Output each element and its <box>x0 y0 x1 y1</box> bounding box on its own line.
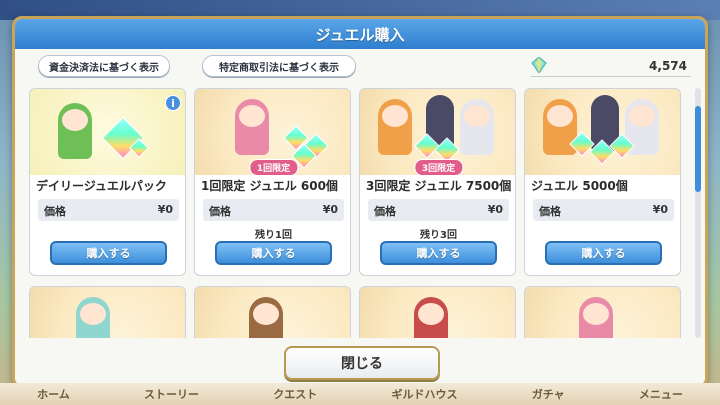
nav-quest: クエスト <box>273 388 318 401</box>
product-art: 3回限定 <box>360 89 515 176</box>
funds-settlement-link[interactable]: 資金決済法に基づく表示 <box>38 55 170 77</box>
legal-links-bar: 資金決済法に基づく表示 特定商取引法に基づく表示 4,574 <box>15 49 705 81</box>
product-name: 3回限定 ジュエル 7500個 <box>366 179 512 193</box>
jewel-icon <box>531 57 547 73</box>
buy-button[interactable]: 購入する <box>215 241 332 265</box>
product-scrollbar[interactable] <box>695 88 701 338</box>
product-name: ジュエル 5000個 <box>531 179 628 193</box>
jewel-balance: 4,574 <box>531 57 691 77</box>
buy-button[interactable]: 購入する <box>380 241 497 265</box>
price-value: ¥0 <box>322 203 338 216</box>
jewel-purchase-dialog: ジュエル購入 資金決済法に基づく表示 特定商取引法に基づく表示 4,574 i … <box>12 16 708 388</box>
product-card[interactable] <box>194 286 351 338</box>
product-card[interactable]: 3回限定 3回限定 ジュエル 7500個 価格 ¥0 残り3回 購入する <box>359 88 516 276</box>
price-label: 価格 <box>209 205 231 218</box>
buy-button[interactable]: 購入する <box>50 241 167 265</box>
commercial-transactions-link[interactable]: 特定商取引法に基づく表示 <box>202 55 356 77</box>
nav-home: ホーム <box>37 388 70 401</box>
nav-story: ストーリー <box>144 388 200 401</box>
product-card[interactable] <box>29 286 186 338</box>
price-label: 価格 <box>539 205 561 218</box>
price-value: ¥0 <box>157 203 173 216</box>
price-row: 価格 ¥0 <box>38 199 179 221</box>
close-button[interactable]: 閉じる <box>284 346 440 380</box>
buy-button[interactable]: 購入する <box>545 241 662 265</box>
product-card[interactable]: 1回限定 1回限定 ジュエル 600個 価格 ¥0 残り1回 購入する <box>194 88 351 276</box>
remaining-count: 残り3回 <box>420 230 457 241</box>
info-icon[interactable]: i <box>165 95 181 111</box>
jewel-balance-value: 4,574 <box>649 59 687 73</box>
price-row: 価格 ¥0 <box>203 199 344 221</box>
limit-badge: 1回限定 <box>248 159 299 176</box>
scroll-thumb[interactable] <box>695 106 701 192</box>
product-art <box>360 287 515 338</box>
dialog-footer: 閉じる <box>15 338 705 385</box>
product-grid: i デイリージュエルパック 価格 ¥0 購入する 1回限定 1回限定 ジュエル … <box>23 88 687 338</box>
price-row: 価格 ¥0 <box>368 199 509 221</box>
product-card[interactable]: ジュエル 5000個 価格 ¥0 購入する <box>524 88 681 276</box>
product-art: 1回限定 <box>195 89 350 176</box>
nav-gacha: ガチャ <box>531 388 565 401</box>
price-row: 価格 ¥0 <box>533 199 674 221</box>
remaining-count: 残り1回 <box>255 230 292 241</box>
product-card[interactable] <box>524 286 681 338</box>
price-label: 価格 <box>44 205 66 218</box>
limit-badge: 3回限定 <box>413 159 464 176</box>
product-name: 1回限定 ジュエル 600個 <box>201 179 338 193</box>
product-card[interactable] <box>359 286 516 338</box>
nav-menu: メニュー <box>638 388 683 401</box>
product-art <box>30 287 185 338</box>
product-art <box>195 287 350 338</box>
product-art <box>525 89 680 175</box>
dialog-title: ジュエル購入 <box>15 19 705 49</box>
product-art: i <box>30 89 185 175</box>
product-name: デイリージュエルパック <box>36 179 167 193</box>
nav-guildhouse: ギルドハウス <box>391 388 458 401</box>
price-value: ¥0 <box>652 203 668 216</box>
product-art <box>525 287 680 338</box>
price-value: ¥0 <box>487 203 503 216</box>
product-card[interactable]: i デイリージュエルパック 価格 ¥0 購入する <box>29 88 186 276</box>
background-nav: ホーム ストーリー クエスト ギルドハウス ガチャ メニュー <box>0 383 720 405</box>
price-label: 価格 <box>374 205 396 218</box>
